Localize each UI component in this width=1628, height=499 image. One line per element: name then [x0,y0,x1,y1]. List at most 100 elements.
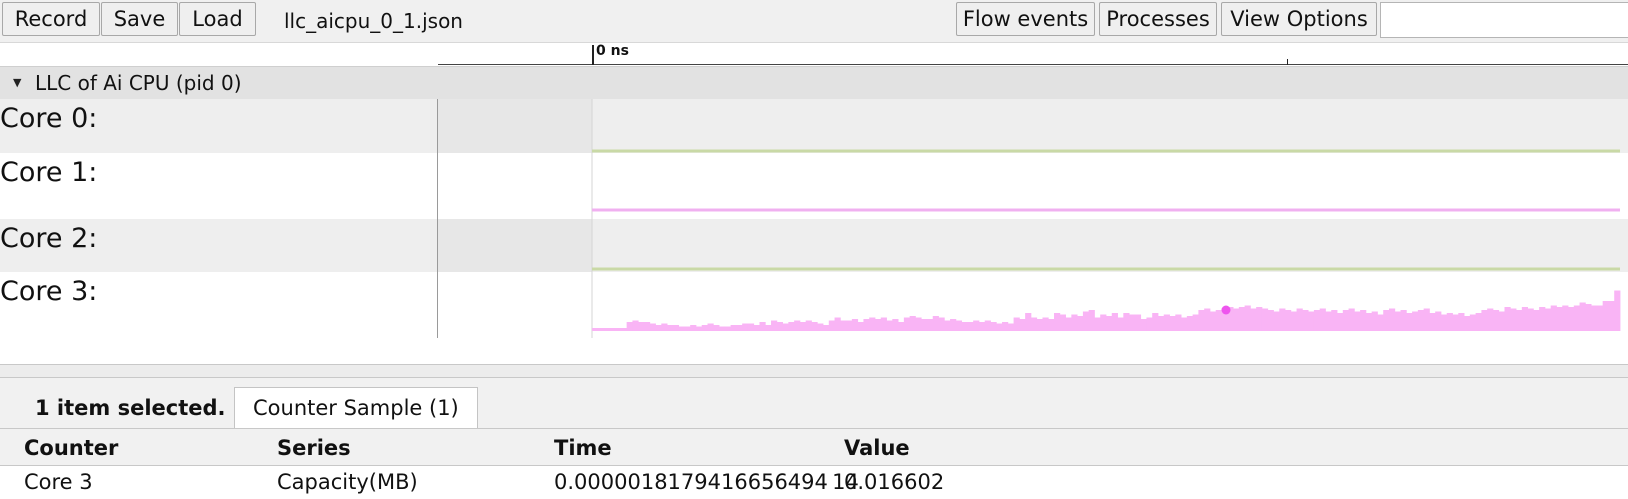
core-3-sample-bar[interactable] [1568,307,1575,331]
core-3-sample-bar[interactable] [1360,310,1367,331]
core-3-sample-bar[interactable] [1100,314,1107,332]
core-3-sample-bar[interactable] [1452,314,1459,332]
core-3-sample-bar[interactable] [1146,317,1153,332]
tab-counter-sample[interactable]: Counter Sample (1) [234,387,478,428]
core-3-sample-bar[interactable] [1065,317,1072,332]
core-3-sample-bar[interactable] [1377,314,1384,332]
core-3-sample-bar[interactable] [996,323,1003,332]
core-3-sample-bar[interactable] [638,322,645,331]
core-3-sample-bar[interactable] [1475,313,1482,331]
core-3-sample-bar[interactable] [684,326,691,332]
core-3-sample-bar[interactable] [742,323,749,332]
core-3-sample-bar[interactable] [1313,310,1321,331]
core-3-sample-bar[interactable] [713,325,720,331]
core-3-sample-bar[interactable] [707,323,714,332]
core-3-sample-bar[interactable] [1002,322,1009,331]
core-3-sample-bar[interactable] [667,325,674,331]
core-3-sample-bar[interactable] [1562,305,1569,332]
column-header-series[interactable]: Series [277,434,351,462]
core-3-sample-bar[interactable] [851,319,859,331]
core-3-sample-bar[interactable] [649,323,656,332]
core-3-sample-bar[interactable] [747,323,755,332]
core-3-sample-bar[interactable] [1608,301,1615,331]
core-3-sample-bar[interactable] [880,317,887,332]
core-3-sample-bar[interactable] [1134,314,1142,332]
core-3-sample-bar[interactable] [1365,313,1373,331]
core-3-sample-bar[interactable] [1498,311,1505,332]
core-3-sample-bar[interactable] [1400,310,1407,331]
core-3-sample-bar[interactable] [1440,314,1448,332]
core-3-sample-bar[interactable] [1337,313,1344,331]
core-3-sample-bar[interactable] [759,322,766,331]
core-3-sample-bar[interactable] [1406,313,1413,331]
core-3-sample-bar[interactable] [736,325,743,331]
core-3-sample-bar[interactable] [1186,316,1194,331]
core-3-sample-bar[interactable] [805,320,812,332]
core-3-sample-bar[interactable] [643,322,651,331]
core-3-sample-bar[interactable] [938,317,945,332]
core-3-sample-bar[interactable] [909,316,916,331]
core-3-sample-bar[interactable] [776,322,783,331]
core-3-sample-bar[interactable] [1331,310,1338,331]
core-3-sample-bar[interactable] [1383,310,1390,331]
selected-sample-marker[interactable] [1221,305,1231,315]
core-3-sample-bar[interactable] [915,317,922,332]
core-3-sample-bar[interactable] [771,320,778,332]
table-row[interactable]: Core 3 Capacity(MB) 0.000001817941665649… [0,466,1628,499]
core-3-sample-bar[interactable] [1348,308,1355,332]
core-3-sample-bar[interactable] [950,319,957,331]
core-3-sample-bar[interactable] [834,317,841,332]
core-3-sample-bar[interactable] [1181,317,1188,332]
column-header-counter[interactable]: Counter [24,434,118,462]
core-3-sample-bar[interactable] [898,322,905,331]
core-3-sample-bar[interactable] [1614,290,1621,332]
core-3-sample-bar[interactable] [932,316,939,331]
core-3-sample-bar[interactable] [1435,311,1442,332]
core-3-sample-bar[interactable] [1117,317,1124,332]
core-3-sample-bar[interactable] [1157,316,1165,331]
core-3-sample-bar[interactable] [1088,310,1095,331]
core-3-sample-bar[interactable] [1019,319,1026,331]
core-3-sample-bar[interactable] [1325,311,1332,332]
core-3-sample-bar[interactable] [1042,317,1049,332]
core-3-sample-bar[interactable] [794,320,801,332]
core-3-sample-bar[interactable] [1204,308,1211,332]
core-3-sample-bar[interactable] [1192,314,1199,332]
core-3-sample-bar[interactable] [1412,311,1419,332]
core-3-sample-bar[interactable] [1106,316,1113,331]
core-3-sample-bar[interactable] [828,320,835,332]
core-3-sample-bar[interactable] [620,328,628,331]
core-3-sample-bar[interactable] [967,322,974,331]
core-3-sample-bar[interactable] [678,326,685,332]
core-3-sample-bar[interactable] [1521,307,1528,331]
core-3-sample-bar[interactable] [1302,310,1309,331]
core-3-sample-bar[interactable] [1579,302,1586,332]
core-3-sample-bar[interactable] [1527,308,1534,332]
core-3-sample-bar[interactable] [782,323,789,332]
core-3-sample-bar[interactable] [886,320,893,332]
core-3-sample-bar[interactable] [1533,310,1540,331]
core-3-sample-bar[interactable] [984,320,991,332]
core-3-sample-bar[interactable] [609,328,616,331]
core-3-sample-bar[interactable] [1423,308,1430,332]
core-3-sample-bar[interactable] [1290,311,1297,332]
core-3-sample-bar[interactable] [597,328,604,331]
core-3-sample-bar[interactable] [672,325,680,331]
core-3-sample-bar[interactable] [1163,314,1170,332]
core-3-sample-bar[interactable] [1198,310,1205,331]
core-3-sample-bar[interactable] [1308,311,1315,332]
core-3-sample-bar[interactable] [874,319,882,331]
core-3-sample-bar[interactable] [1007,323,1014,332]
core-3-sample-bar[interactable] [1256,307,1263,331]
core-3-sample-bar[interactable] [1025,313,1032,331]
core-3-sample-bar[interactable] [1469,314,1477,332]
core-3-sample-bar[interactable] [615,328,622,331]
core-3-sample-bar[interactable] [1238,307,1246,331]
core-3-sample-bar[interactable] [695,326,703,332]
core-3-sample-bar[interactable] [724,326,732,332]
core-3-sample-bar[interactable] [1596,305,1604,332]
core-3-sample-bar[interactable] [1169,316,1176,331]
core-3-sample-bar[interactable] [1036,319,1043,331]
core-3-sample-bar[interactable] [926,319,934,331]
column-header-value[interactable]: Value [844,434,910,462]
